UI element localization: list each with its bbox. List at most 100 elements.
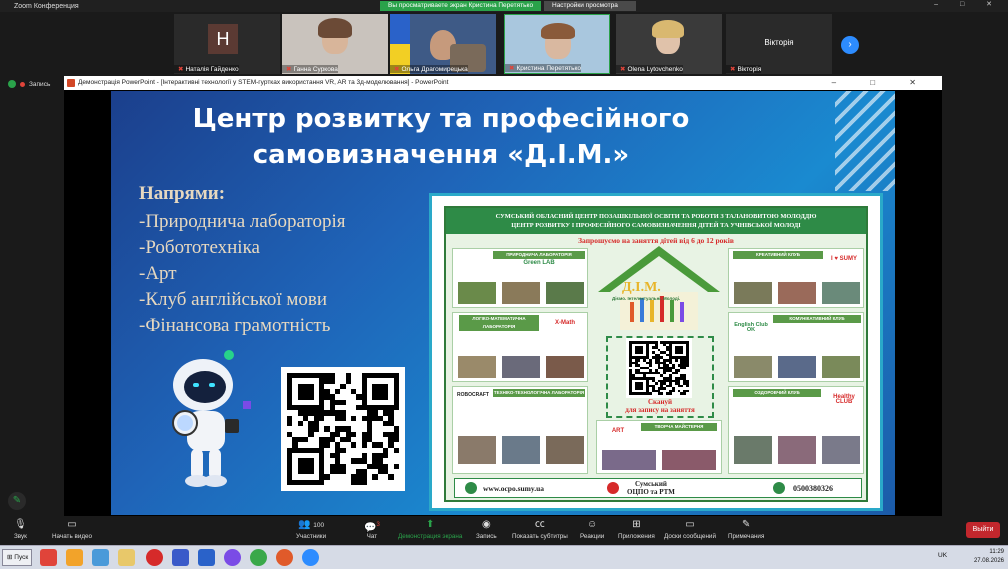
photo [821, 435, 861, 465]
chat-button[interactable]: 💬3 Чат [364, 518, 380, 541]
participant-name: ✖ Olena Lytovchenko [616, 65, 683, 73]
directions-heading: Напрями: [139, 183, 226, 204]
reactions-button[interactable]: ☺ Реакции [580, 518, 604, 541]
chat-badge: 3 [376, 522, 380, 528]
poster-block: ЛОГІКО-МАТЕМАТИЧНА ЛАБОРАТОРІЯ X-Math [452, 312, 588, 382]
poster-block: ПРИРОДНИЧА ЛАБОРАТОРІЯ Green LAB [452, 248, 588, 308]
participants-button[interactable]: 👥 100 Участники [296, 518, 326, 541]
notes-icon: ✎ [741, 519, 751, 530]
dim-logo-subtitle: Діємо. Інтелектуальні. Молоді. [612, 296, 681, 301]
mic-muted-icon: ✖ [178, 66, 184, 73]
participant-tile[interactable]: ✖ Ганна Суркова [282, 14, 388, 74]
app-taskbar-icon[interactable] [40, 549, 57, 566]
photo [501, 355, 541, 379]
zoom-titlebar: Zoom Конференция Вы просматриваете экран… [0, 0, 1008, 12]
media-player-icon[interactable] [66, 549, 83, 566]
exit-button[interactable]: Выйти [966, 522, 1000, 538]
record-button[interactable]: ◉ Запись [476, 518, 497, 541]
whiteboards-button[interactable]: ▭ Доски сообщений [664, 518, 716, 541]
phone-icon [773, 482, 785, 494]
photo [501, 435, 541, 465]
qr-code[interactable] [281, 367, 405, 491]
language-indicator[interactable]: UK [938, 552, 947, 559]
decorative-stripes [835, 91, 895, 191]
poster-qr-code[interactable] [626, 338, 692, 398]
window-controls[interactable]: – □ ✕ [934, 0, 1002, 8]
photo [501, 281, 541, 305]
block-label: ЛОГІКО-МАТЕМАТИЧНА ЛАБОРАТОРІЯ [459, 315, 539, 331]
record-icon: ◉ [481, 519, 491, 530]
block-label: ОЗДОРОВЧИЙ КЛУБ [733, 389, 821, 397]
windows-taskbar: ⊞ Пуск UK 11:29 27.08.2026 [0, 545, 1008, 569]
chevron-right-icon: › [848, 39, 852, 50]
chrome-profile-icon[interactable] [276, 549, 293, 566]
apps-button[interactable]: ⊞ Приложения [618, 518, 655, 541]
save-icon[interactable] [172, 549, 189, 566]
direction-item: -Фінансова грамотність [139, 315, 331, 336]
record-dot-icon [20, 81, 25, 87]
system-clock[interactable]: 11:29 27.08.2026 [974, 548, 1004, 566]
pen-icon: ✎ [12, 495, 22, 506]
block-badge: X-Math [555, 320, 575, 326]
participant-tile[interactable]: ✖ Ольга Драгомирецька [390, 14, 496, 74]
annotate-pen-button[interactable]: ✎ [8, 492, 26, 510]
qr-code-pattern [287, 373, 399, 485]
chrome-icon[interactable] [250, 549, 267, 566]
view-settings-dropdown[interactable]: Настройки просмотра [544, 1, 636, 11]
opera-icon[interactable] [146, 549, 163, 566]
poster-block: ART ТВОРЧА МАЙСТЕРНЯ [596, 420, 722, 474]
photo [821, 355, 861, 379]
subtitles-button[interactable]: ㏄ Показать субтитры [512, 518, 568, 541]
powerpoint-titlebar: Демонстрація PowerPoint - [Інтерактивні … [64, 76, 942, 90]
participant-name: ✖ Ольга Драгомирецька [390, 65, 468, 73]
participant-tile[interactable]: ✖ Olena Lytovchenko [616, 14, 722, 74]
participant-name: ✖ Кристина Перетятько [505, 64, 582, 72]
photo [661, 449, 717, 471]
block-label: ТВОРЧА МАЙСТЕРНЯ [641, 423, 717, 431]
word-icon[interactable] [198, 549, 215, 566]
participant-name: ✖ Вікторія [726, 65, 762, 73]
location-pin-icon [607, 482, 619, 494]
powerpoint-window-title: Демонстрація PowerPoint - [Інтерактивні … [78, 79, 449, 86]
participant-big-name: Вікторія [764, 38, 794, 47]
notes-button[interactable]: ✎ Примечания [728, 518, 764, 541]
poster: СУМСЬКИЙ ОБЛАСНИЙ ЦЕНТР ПОЗАШКІЛЬНОЇ ОСВ… [429, 193, 883, 511]
block-label: ПРИРОДНИЧА ЛАБОРАТОРІЯ [493, 251, 585, 259]
apps-icon: ⊞ [632, 519, 641, 530]
block-badge: I ♥ SUMY [831, 256, 857, 262]
poster-block: КРЕАТИВНИЙ КЛУБ I ♥ SUMY [728, 248, 864, 308]
next-page-button[interactable]: › [841, 36, 859, 54]
folder-icon[interactable] [118, 549, 135, 566]
zoom-icon[interactable] [302, 549, 319, 566]
direction-item: -Арт [139, 263, 177, 284]
block-badge: Healthy CLUB [833, 394, 855, 405]
poster-body: СУМСЬКИЙ ОБЛАСНИЙ ЦЕНТР ПОЗАШКІЛЬНОЇ ОСВ… [444, 206, 868, 502]
poster-organization: Сумський ОЦПО та РТМ [627, 480, 675, 496]
slide: Центр розвитку та професійного самовизна… [111, 91, 895, 515]
photo [733, 355, 773, 379]
powerpoint-window-controls[interactable]: – □ ✕ [832, 76, 932, 90]
viber-icon[interactable] [224, 549, 241, 566]
start-video-button[interactable]: ▭ Начать видео [52, 518, 92, 541]
slide-title: Центр розвитку та професійного самовизна… [192, 104, 690, 170]
whiteboard-icon: ▭ [685, 519, 695, 530]
browser-icon[interactable] [92, 549, 109, 566]
participant-tile[interactable]: Н ✖ Наталія Гайденко [174, 14, 280, 74]
powerpoint-icon [67, 79, 75, 87]
qr-code-pattern [629, 341, 689, 395]
mic-muted-icon: ✖ [620, 66, 626, 73]
poster-website: www.ocpo.sumy.ua [483, 484, 545, 493]
mic-muted-icon: ✖ [730, 66, 736, 73]
audio-button[interactable]: 🎙 Звук [14, 518, 27, 541]
start-button[interactable]: ⊞ Пуск [2, 549, 32, 566]
photo [545, 435, 585, 465]
participant-tile[interactable]: Вікторія ✖ Вікторія [726, 14, 832, 74]
avatar: Н [208, 24, 238, 54]
poster-block: ОЗДОРОВЧИЙ КЛУБ Healthy CLUB [728, 386, 864, 474]
participant-tile-active-speaker[interactable]: ✖ Кристина Перетятько [504, 14, 610, 74]
block-label: КОМУНІКАТИВНИЙ КЛУБ [773, 315, 861, 323]
recording-indicator[interactable]: Запись [0, 76, 64, 92]
share-screen-button[interactable]: ⬆ Демонстрация экрана [398, 518, 462, 541]
meeting-toolbar: 🎙 Звук ▭ Начать видео 👥 100 Участники 💬3 Чат… [0, 516, 1008, 545]
poster-phone: 0500380326 [793, 484, 833, 493]
